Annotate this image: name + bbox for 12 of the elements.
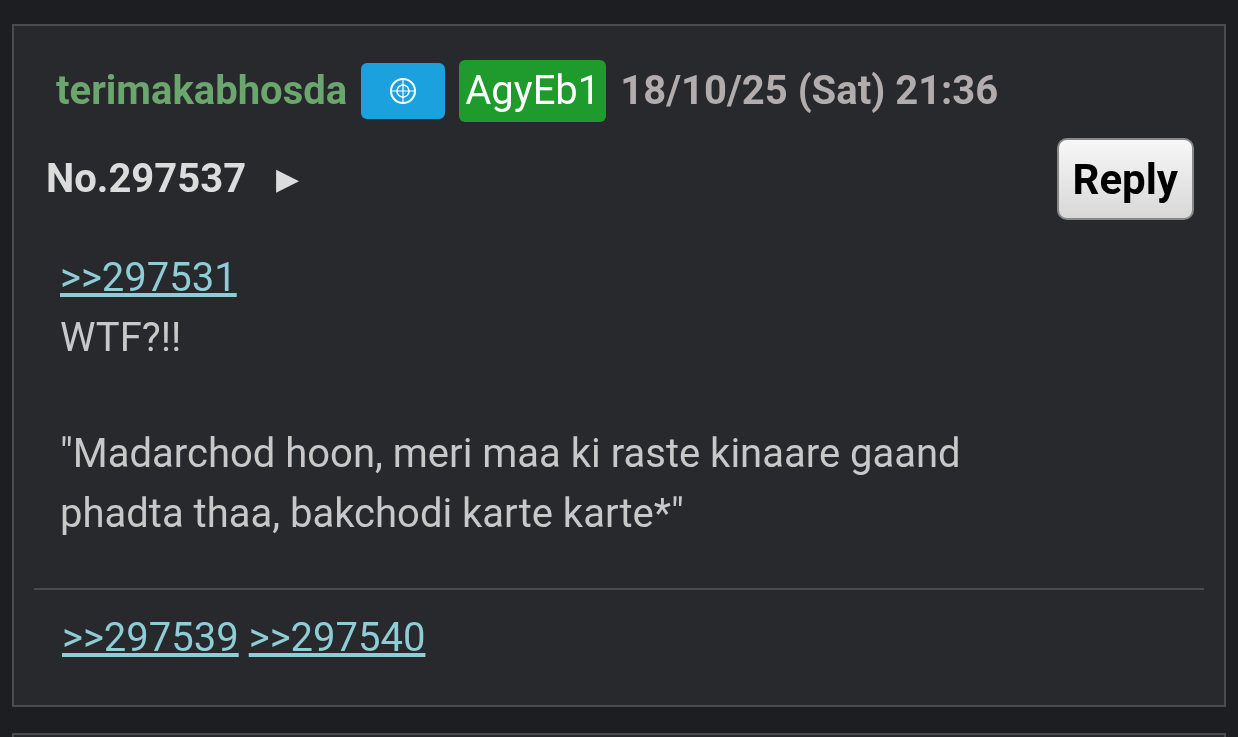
reply-link[interactable]: >>297540 [248, 608, 426, 668]
flag-icon [361, 63, 446, 119]
poster-name: terimakabhosda [56, 71, 348, 111]
post-text: ″Madarchod hoon, meri maa ki raste kinaare gaand phadta thaa, bakchodi karte karte*" [60, 429, 962, 539]
reply-link[interactable]: >>297539 [62, 608, 239, 668]
reply-button[interactable]: Reply [1056, 138, 1194, 220]
post-number[interactable]: No.297537 [46, 159, 247, 199]
poster-id-badge: AgyEb1 [459, 60, 607, 122]
expand-toggle[interactable]: ▶ [276, 164, 300, 194]
post-date: 18/10/25 (Sat) 21:36 [620, 71, 999, 111]
post-text: WTF?!! [60, 313, 183, 363]
quote-link[interactable]: >>297531 [60, 248, 237, 308]
